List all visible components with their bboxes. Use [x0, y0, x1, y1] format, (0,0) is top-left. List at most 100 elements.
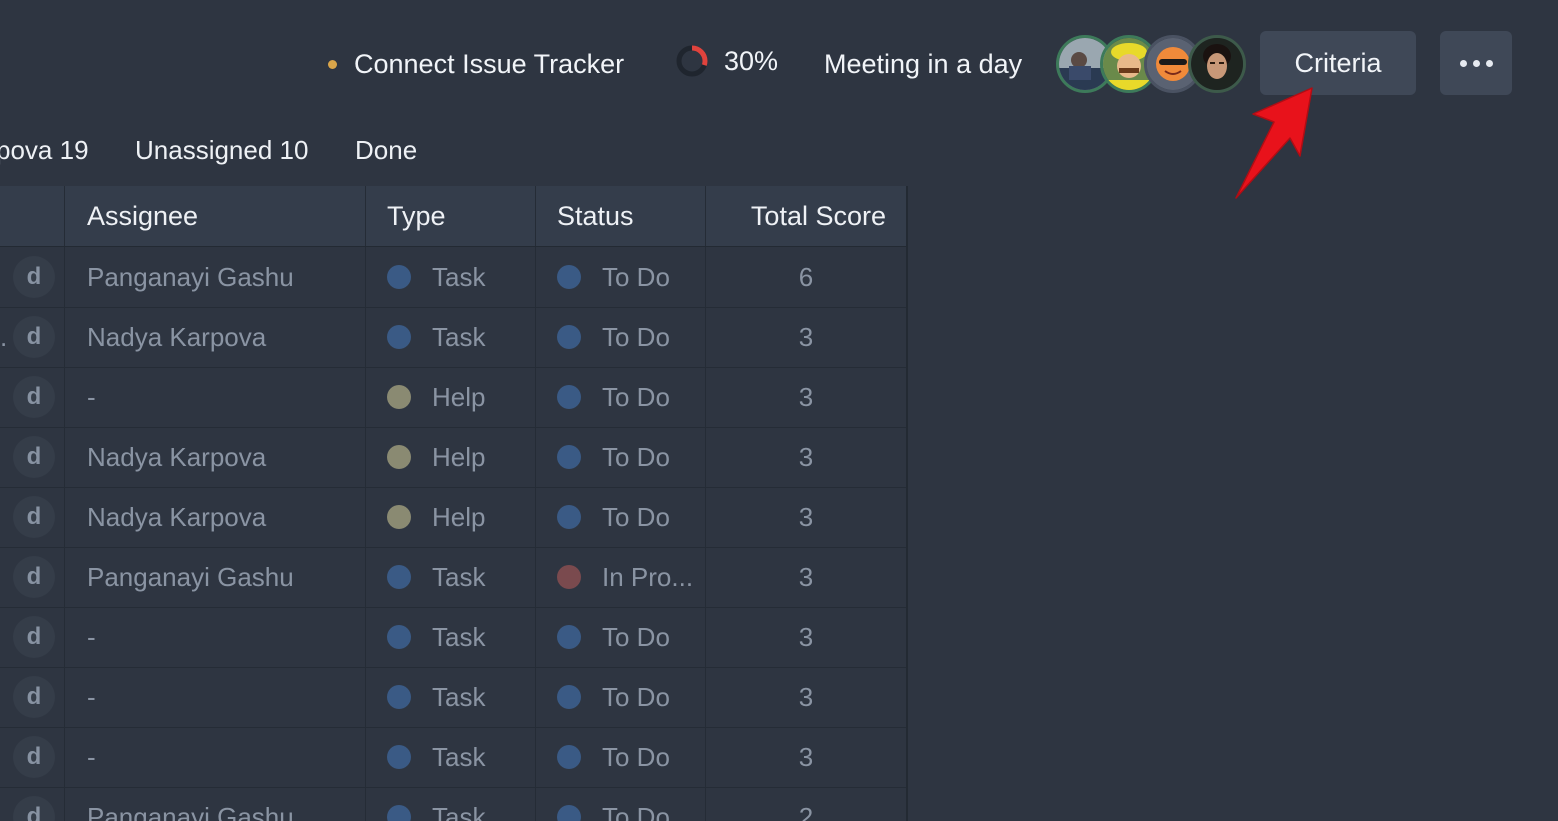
issues-table: Assignee Type Status Total Score d Pangan…	[0, 186, 908, 821]
total-score-cell[interactable]: 3	[706, 487, 906, 547]
row-key-cell[interactable]: d	[0, 727, 65, 787]
total-score-cell[interactable]: 3	[706, 727, 906, 787]
status-cell[interactable]: To Do	[536, 367, 706, 427]
table-row[interactable]: d Panganayi Gashu Task To Do 6	[0, 247, 906, 308]
truncated-key-prefix: .	[0, 321, 8, 352]
status-dot-icon	[557, 325, 581, 349]
type-dot-icon	[387, 565, 411, 589]
table-row[interactable]: . d Nadya Karpova Task To Do 3	[0, 307, 906, 368]
type-label: Task	[432, 801, 486, 821]
type-cell[interactable]: Help	[366, 487, 536, 547]
assignee-cell[interactable]: Nadya Karpova	[65, 427, 366, 487]
total-score-cell[interactable]: 2	[706, 787, 906, 821]
total-score-cell[interactable]: 3	[706, 667, 906, 727]
column-header-leading[interactable]	[0, 186, 65, 246]
row-key-cell[interactable]: d	[0, 547, 65, 607]
assignee-cell[interactable]: -	[65, 667, 366, 727]
type-dot-icon	[387, 685, 411, 709]
status-cell[interactable]: To Do	[536, 667, 706, 727]
row-badge: d	[13, 736, 55, 778]
page: Connect Issue Tracker 30% Meeting in a d…	[0, 0, 1558, 821]
type-cell[interactable]: Help	[366, 427, 536, 487]
red-pointer-arrow-icon	[1235, 87, 1313, 199]
column-header-total-score[interactable]: Total Score	[706, 186, 906, 246]
table-row[interactable]: d Nadya Karpova Help To Do 3	[0, 427, 906, 488]
status-label: To Do	[602, 321, 670, 352]
row-key-cell[interactable]: d	[0, 787, 65, 821]
total-score-cell[interactable]: 3	[706, 427, 906, 487]
status-dot-icon	[557, 625, 581, 649]
type-label: Help	[432, 501, 486, 532]
row-badge: d	[13, 616, 55, 658]
total-score-cell[interactable]: 3	[706, 307, 906, 367]
row-key-cell[interactable]: .d	[0, 307, 65, 367]
table-row[interactable]: d Nadya Karpova Help To Do 3	[0, 487, 906, 548]
column-header-status[interactable]: Status	[536, 186, 706, 246]
column-header-assignee[interactable]: Assignee	[65, 186, 366, 246]
assignee-cell[interactable]: Panganayi Gashu	[65, 247, 366, 307]
row-badge: d	[13, 316, 55, 358]
row-badge: d	[13, 376, 55, 418]
filter-unassigned[interactable]: Unassigned 10	[135, 135, 308, 166]
row-key-cell[interactable]: d	[0, 367, 65, 427]
status-cell[interactable]: To Do	[536, 247, 706, 307]
table-row[interactable]: d - Task To Do 3	[0, 667, 906, 728]
filter-done[interactable]: Done	[355, 135, 417, 166]
row-key-cell[interactable]: d	[0, 667, 65, 727]
row-key-cell[interactable]: d	[0, 487, 65, 547]
status-dot-icon	[557, 745, 581, 769]
type-cell[interactable]: Task	[366, 547, 536, 607]
status-cell[interactable]: To Do	[536, 787, 706, 821]
total-score-cell[interactable]: 3	[706, 367, 906, 427]
status-cell[interactable]: In Pro...	[536, 547, 706, 607]
row-key-cell[interactable]: d	[0, 247, 65, 307]
type-cell[interactable]: Help	[366, 367, 536, 427]
assignee-cell[interactable]: -	[65, 607, 366, 667]
total-score-cell[interactable]: 3	[706, 547, 906, 607]
assignee-cell[interactable]: -	[65, 727, 366, 787]
table-row[interactable]: d Panganayi Gashu Task To Do 2	[0, 787, 906, 821]
type-label: Task	[432, 621, 486, 652]
type-cell[interactable]: Task	[366, 607, 536, 667]
column-header-type[interactable]: Type	[366, 186, 536, 246]
status-cell[interactable]: To Do	[536, 427, 706, 487]
type-dot-icon	[387, 745, 411, 769]
assignee-cell[interactable]: Panganayi Gashu	[65, 547, 366, 607]
type-dot-icon	[387, 325, 411, 349]
table-row[interactable]: d Panganayi Gashu Task In Pro... 3	[0, 547, 906, 608]
avatar-group[interactable]	[1056, 35, 1246, 93]
progress-ring-icon	[676, 45, 708, 77]
total-score-cell[interactable]: 3	[706, 607, 906, 667]
total-score-cell[interactable]: 6	[706, 247, 906, 307]
type-cell[interactable]: Task	[366, 727, 536, 787]
progress-label: 30%	[724, 45, 779, 76]
assignee-cell[interactable]: Nadya Karpova	[65, 307, 366, 367]
assignee-cell[interactable]: Panganayi Gashu	[65, 787, 366, 821]
assignee-cell[interactable]: -	[65, 367, 366, 427]
type-cell[interactable]: Task	[366, 787, 536, 821]
more-options-button[interactable]	[1440, 31, 1512, 95]
table-row[interactable]: d - Task To Do 3	[0, 727, 906, 788]
row-key-cell[interactable]: d	[0, 427, 65, 487]
type-dot-icon	[387, 805, 411, 821]
status-cell[interactable]: To Do	[536, 487, 706, 547]
status-cell[interactable]: To Do	[536, 307, 706, 367]
filter-assignee[interactable]: pova 19	[0, 135, 89, 166]
table-header-row: Assignee Type Status Total Score	[0, 186, 906, 247]
type-label: Task	[432, 321, 486, 352]
meeting-indicator[interactable]: Meeting in a day	[824, 44, 1022, 84]
table-row[interactable]: d - Task To Do 3	[0, 607, 906, 668]
progress-indicator[interactable]: 30%	[675, 44, 778, 78]
table-row[interactable]: d - Help To Do 3	[0, 367, 906, 428]
type-cell[interactable]: Task	[366, 667, 536, 727]
row-key-cell[interactable]: d	[0, 607, 65, 667]
more-dots-icon	[1485, 59, 1493, 67]
assignee-cell[interactable]: Nadya Karpova	[65, 487, 366, 547]
row-badge: d	[13, 256, 55, 298]
status-cell[interactable]: To Do	[536, 607, 706, 667]
connect-issue-tracker-link[interactable]: Connect Issue Tracker	[328, 40, 624, 88]
type-cell[interactable]: Task	[366, 307, 536, 367]
status-label: To Do	[602, 741, 670, 772]
status-cell[interactable]: To Do	[536, 727, 706, 787]
type-cell[interactable]: Task	[366, 247, 536, 307]
